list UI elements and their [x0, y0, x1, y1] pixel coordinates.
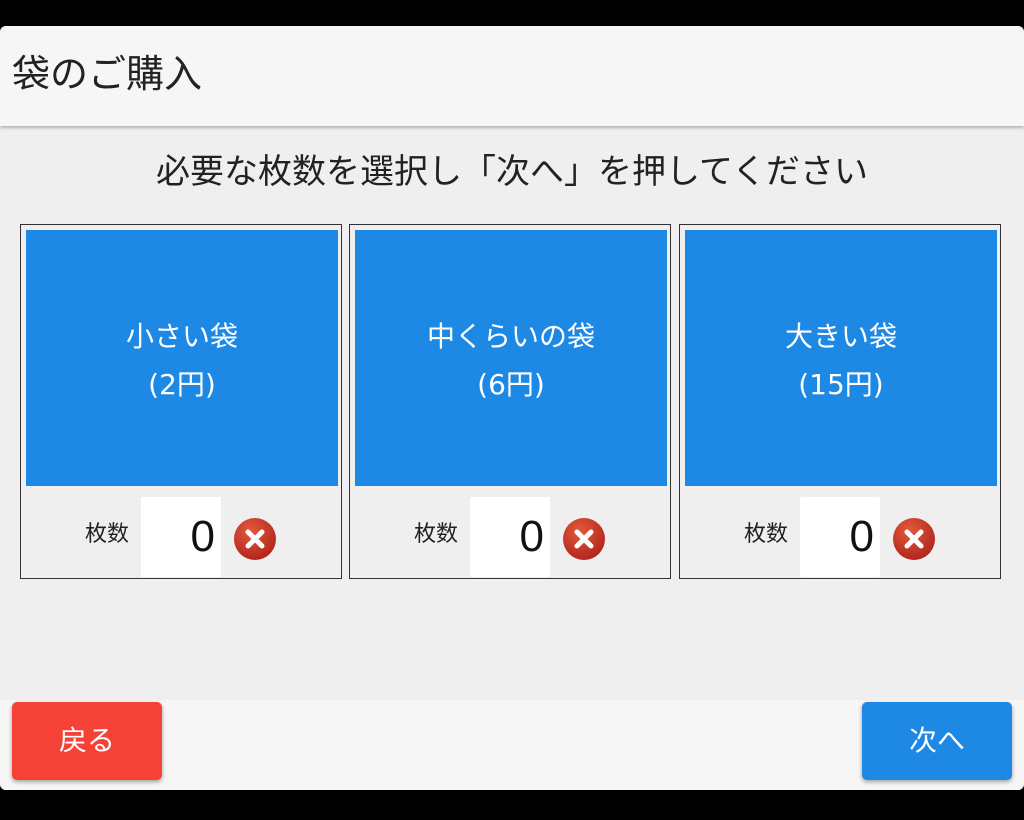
next-button[interactable]: 次へ: [862, 702, 1012, 780]
bag-name: 大きい袋: [784, 320, 897, 353]
bag-name: 中くらいの袋: [426, 320, 595, 353]
app-window: 袋のご購入 必要な枚数を選択し「次へ」を押してください 小さい袋 (2円) 枚数…: [0, 26, 1024, 790]
bag-price: (2円): [148, 368, 216, 401]
instruction-text: 必要な枚数を選択し「次へ」を押してください: [156, 152, 868, 192]
header-bar: 袋のご購入: [0, 26, 1024, 126]
clear-x-icon: [893, 518, 935, 560]
clear-x-icon: [234, 518, 276, 560]
quantity-label: 枚数: [744, 522, 789, 547]
quantity-value: 0: [849, 512, 874, 561]
clear-small-bag-button[interactable]: [233, 517, 277, 561]
select-small-bag-button[interactable]: 小さい袋 (2円): [26, 230, 338, 486]
clear-medium-bag-button[interactable]: [562, 517, 606, 561]
back-button[interactable]: 戻る: [12, 702, 162, 780]
quantity-label: 枚数: [414, 522, 459, 547]
quantity-field[interactable]: 0: [141, 497, 221, 577]
bag-card-large: 大きい袋 (15円) 枚数 0: [679, 224, 1001, 579]
bag-name: 小さい袋: [125, 320, 238, 353]
clear-large-bag-button[interactable]: [892, 517, 936, 561]
bag-price: (6円): [477, 368, 545, 401]
select-large-bag-button[interactable]: 大きい袋 (15円): [685, 230, 997, 486]
quantity-field[interactable]: 0: [470, 497, 550, 577]
quantity-field[interactable]: 0: [800, 497, 880, 577]
quantity-value: 0: [519, 512, 544, 561]
quantity-value: 0: [190, 512, 215, 561]
select-medium-bag-button[interactable]: 中くらいの袋 (6円): [355, 230, 667, 486]
bag-price: (15円): [798, 368, 884, 401]
bag-card-small: 小さい袋 (2円) 枚数 0: [20, 224, 342, 579]
page-title: 袋のご購入: [12, 52, 203, 96]
clear-x-icon: [563, 518, 605, 560]
bag-card-medium: 中くらいの袋 (6円) 枚数 0: [349, 224, 671, 579]
quantity-label: 枚数: [85, 522, 130, 547]
